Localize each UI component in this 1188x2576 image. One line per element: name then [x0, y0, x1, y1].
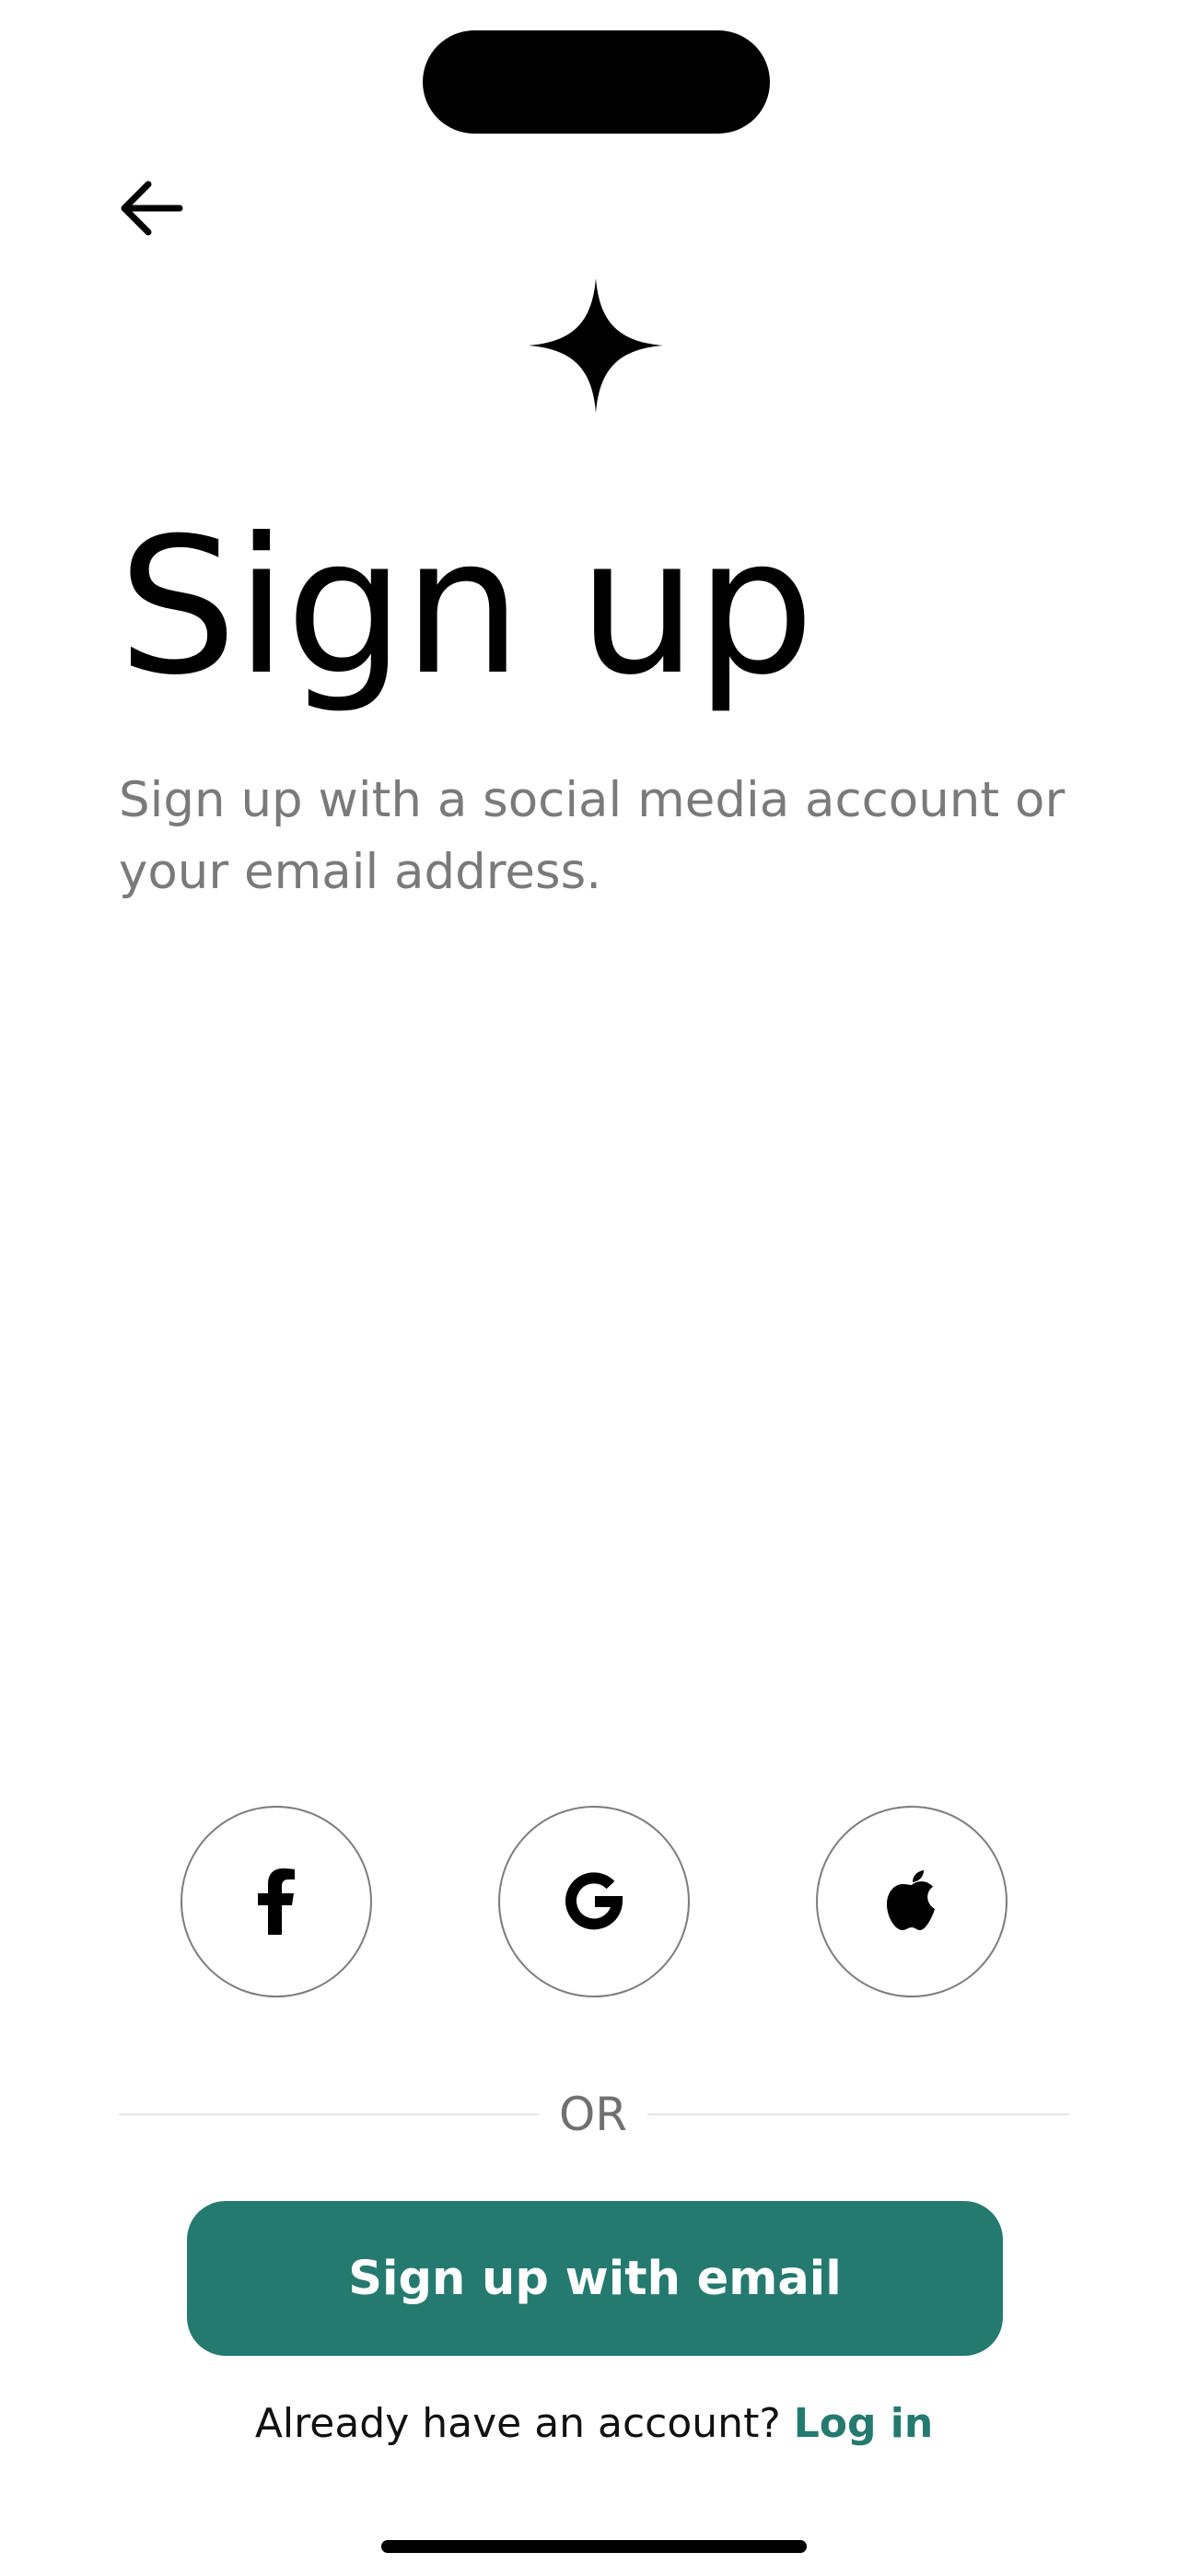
- google-signup-button[interactable]: [498, 1806, 690, 1997]
- arrow-left-icon: [121, 181, 183, 236]
- facebook-icon: [258, 1868, 295, 1935]
- apple-signup-button[interactable]: [816, 1806, 1007, 1997]
- divider-line-right: [647, 2113, 1069, 2115]
- apple-icon: [887, 1870, 935, 1930]
- page-title: Sign up: [118, 498, 815, 717]
- four-point-star-icon: [529, 278, 663, 413]
- dynamic-island: [423, 30, 770, 134]
- home-indicator[interactable]: [381, 2540, 807, 2553]
- divider-label: OR: [558, 2088, 628, 2141]
- login-prompt-text: Already have an account?: [254, 2400, 781, 2447]
- login-prompt-row: Already have an account? Log in: [0, 2392, 1188, 2456]
- google-icon: [565, 1872, 623, 1930]
- or-divider: OR: [119, 2082, 1069, 2147]
- divider-line-left: [119, 2113, 539, 2115]
- facebook-signup-button[interactable]: [181, 1806, 372, 1997]
- back-button[interactable]: [109, 166, 193, 251]
- signup-with-email-button[interactable]: Sign up with email: [187, 2201, 1003, 2356]
- page-subtitle: Sign up with a social media account or y…: [119, 772, 1066, 900]
- login-link[interactable]: Log in: [794, 2400, 934, 2447]
